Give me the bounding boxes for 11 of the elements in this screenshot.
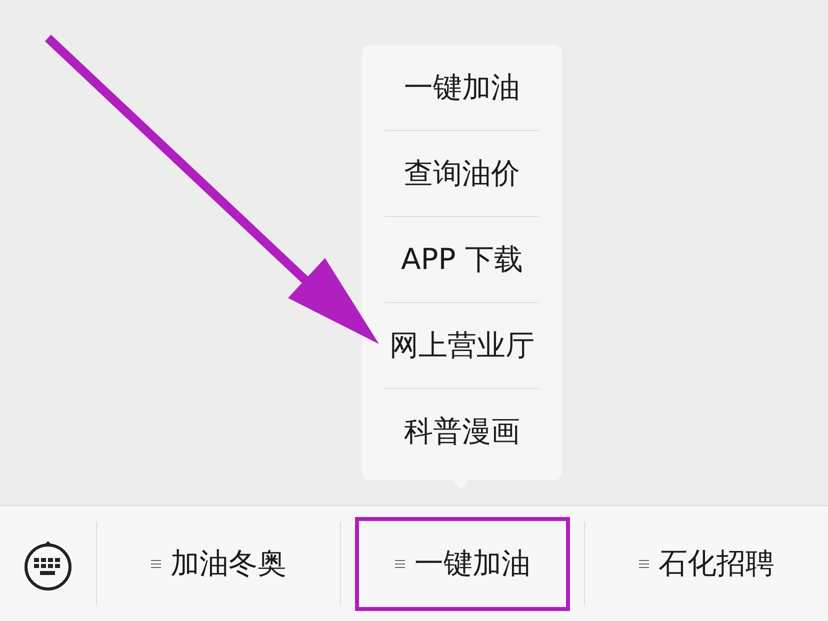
menu-item[interactable]: 科普漫画 <box>404 410 520 454</box>
menu-tab[interactable]: 石化招聘 <box>599 516 814 610</box>
menu-item[interactable]: 网上营业厅 <box>390 324 534 368</box>
menu-item[interactable]: 查询油价 <box>404 152 520 196</box>
menu-item[interactable]: 一键加油 <box>404 66 520 110</box>
menu-icon <box>150 558 160 568</box>
menu-item[interactable]: APP 下载 <box>400 238 524 282</box>
menu-icon <box>638 558 648 568</box>
menu-icon <box>394 558 404 568</box>
menu-tab[interactable]: 一键加油 <box>355 516 570 610</box>
menu-tab[interactable]: 加油冬奥 <box>111 516 326 610</box>
